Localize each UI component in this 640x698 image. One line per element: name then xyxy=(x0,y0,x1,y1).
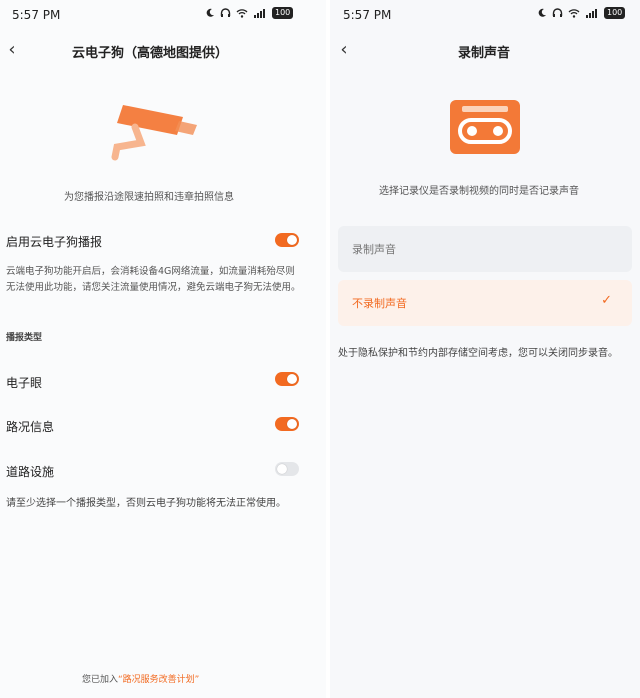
section-title: 播报类型 xyxy=(6,333,43,343)
battery-icon: 100 xyxy=(604,7,626,19)
intro-caption: 选择记录仪是否录制视频的同时是否记录声音 xyxy=(379,186,579,197)
toggle-knob xyxy=(277,464,287,474)
e-eye-toggle[interactable] xyxy=(275,372,299,386)
road-facilities-toggle[interactable] xyxy=(275,462,299,476)
traffic-toggle[interactable] xyxy=(275,417,299,431)
option-label: 不录制声音 xyxy=(352,297,407,310)
signal-icon xyxy=(254,9,265,18)
status-icons: 100 xyxy=(537,7,626,19)
back-button[interactable]: ‹ xyxy=(334,40,354,60)
status-time: 5:57 PM xyxy=(12,8,61,22)
footer-prefix: 您已加入 xyxy=(82,675,119,685)
warning-text: 请至少选择一个播报类型，否则云电子狗功能将无法正常使用。 xyxy=(6,498,286,509)
camera-icon xyxy=(111,105,197,161)
page-title: 录制声音 xyxy=(458,46,511,61)
checkmark-icon: ✓ xyxy=(601,293,612,308)
toggle-knob xyxy=(287,374,297,384)
option-record-audio[interactable]: 录制声音 xyxy=(338,226,632,272)
item-label-e-eye: 电子眼 xyxy=(6,376,43,390)
item-label-road-facilities: 道路设施 xyxy=(6,465,55,479)
toggle-knob xyxy=(287,235,297,245)
cassette-icon xyxy=(450,100,520,154)
left-screen: 5:57 PM 100 ‹ 云电子狗（高德地图提供） 为您播报沿途限速拍照和违章… xyxy=(0,0,326,698)
enable-label: 启用云电子狗播报 xyxy=(6,235,103,249)
right-screen: 5:57 PM 100 ‹ 录制声音 选择记录仪是否录制视频的同时是否记录声音 … xyxy=(330,0,640,698)
page-title: 云电子狗（高德地图提供） xyxy=(72,46,229,61)
option-label: 录制声音 xyxy=(352,243,396,256)
wifi-icon xyxy=(568,9,580,18)
headphones-icon xyxy=(552,8,563,17)
moon-icon xyxy=(538,8,546,17)
wifi-icon xyxy=(236,9,248,18)
status-icons: 100 xyxy=(205,7,294,19)
privacy-note: 处于隐私保护和节约内部存储空间考虑，您可以关闭同步录音。 xyxy=(338,348,618,359)
footer-link[interactable]: “路况服务改善计划” xyxy=(118,675,199,685)
intro-caption: 为您播报沿途限速拍照和违章拍照信息 xyxy=(64,192,234,203)
signal-icon xyxy=(586,9,597,18)
option-no-record-audio[interactable]: 不录制声音 ✓ xyxy=(338,280,632,326)
status-time: 5:57 PM xyxy=(343,8,392,22)
toggle-knob xyxy=(287,419,297,429)
enable-toggle[interactable] xyxy=(275,233,299,247)
moon-icon xyxy=(206,8,214,17)
description-text: 云端电子狗功能开启后，会消耗设备4G网络流量，如流量消耗殆尽则无法使用此功能，请… xyxy=(6,266,301,293)
item-label-traffic: 路况信息 xyxy=(6,420,55,434)
back-button[interactable]: ‹ xyxy=(2,40,22,60)
headphones-icon xyxy=(220,8,231,17)
footer-text: 您已加入“路况服务改善计划” xyxy=(82,672,199,685)
battery-icon: 100 xyxy=(272,7,294,19)
